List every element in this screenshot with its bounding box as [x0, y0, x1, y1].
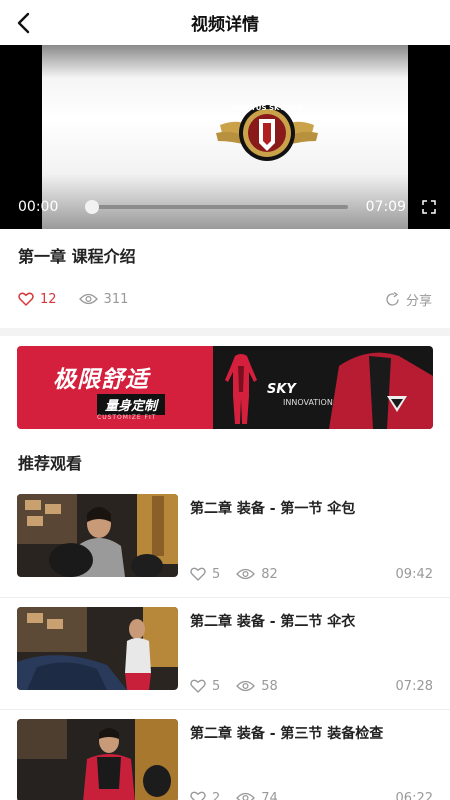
banner-sub: CUSTOMIZE FIT: [97, 414, 157, 421]
banner-slogan: 极限舒适: [53, 367, 149, 393]
item-likes: 5: [190, 567, 220, 582]
progress-slider[interactable]: [85, 200, 348, 214]
chevron-left-icon: [17, 12, 30, 34]
heart-icon: [18, 292, 34, 306]
top-bar: 视频详情: [0, 0, 450, 45]
duration: 07:09: [365, 199, 406, 215]
view-count: 311: [103, 291, 129, 307]
video-info: 第一章 课程介绍 12 311 分享: [0, 229, 450, 311]
section-divider: [0, 328, 450, 336]
item-likes: 2: [190, 791, 220, 800]
item-duration: 06:22: [395, 790, 433, 800]
item-body: 第二章 装备 - 第三节 装备检查 2 74 06:22: [190, 719, 433, 800]
item-likes: 5: [190, 679, 220, 694]
item-body: 第二章 装备 - 第二节 伞衣 5 58 07:28: [190, 607, 433, 695]
item-duration: 07:28: [395, 678, 433, 694]
jumpsuit-illustration: [225, 354, 257, 424]
page-title: 视频详情: [191, 15, 259, 35]
recommend-list: 第二章 装备 - 第一节 伞包 5 82 09:42 第二章 装备 - 第二节 …: [0, 485, 450, 800]
suit-closeup: [329, 352, 433, 429]
fullscreen-icon[interactable]: [422, 200, 436, 214]
item-meta: 5 58 07:28: [190, 677, 433, 695]
promo-banner[interactable]: 极限舒适 量身定制 CUSTOMIZE FIT SKY INNOVATIONS: [17, 346, 433, 429]
heart-icon: [190, 679, 206, 693]
item-view-count: 82: [261, 566, 278, 582]
item-body: 第二章 装备 - 第一节 伞包 5 82 09:42: [190, 494, 433, 583]
current-time: 00:00: [18, 199, 59, 215]
video-thumbnail: [17, 494, 178, 577]
item-meta: 2 74 06:22: [190, 789, 433, 800]
eye-icon: [236, 680, 256, 692]
paratus-skydive-logo: PARATUS SKYDIVE: [212, 95, 322, 175]
like-count: 12: [40, 291, 57, 307]
item-title: 第二章 装备 - 第三节 装备检查: [190, 726, 384, 742]
view-stat: 311: [78, 291, 129, 307]
item-views: 74: [236, 791, 278, 800]
eye-icon: [78, 293, 98, 305]
eye-icon: [236, 568, 256, 580]
video-thumbnail: [17, 719, 178, 800]
section-title-recommend: 推荐观看: [18, 454, 83, 473]
item-view-count: 74: [261, 790, 278, 800]
video-thumbnail: [17, 607, 178, 690]
item-view-count: 58: [261, 678, 278, 694]
item-meta: 5 82 09:42: [190, 565, 433, 583]
video-player[interactable]: PARATUS SKYDIVE 00:00 07:09: [0, 45, 450, 229]
banner-tag: 量身定制: [97, 394, 166, 415]
item-title: 第二章 装备 - 第一节 伞包: [190, 501, 356, 517]
share-button[interactable]: 分享: [385, 290, 432, 309]
video-title: 第一章 课程介绍: [18, 247, 136, 266]
banner-left: 极限舒适 量身定制 CUSTOMIZE FIT: [17, 346, 213, 429]
item-like-count: 2: [212, 790, 221, 800]
item-title: 第二章 装备 - 第二节 伞衣: [190, 614, 356, 630]
video-stats: 12 311 分享: [18, 287, 432, 311]
like-button[interactable]: 12: [18, 292, 57, 307]
list-item[interactable]: 第二章 装备 - 第三节 装备检查 2 74 06:22: [0, 709, 450, 800]
heart-icon: [190, 567, 206, 581]
list-item[interactable]: 第二章 装备 - 第二节 伞衣 5 58 07:28: [0, 597, 450, 709]
item-like-count: 5: [212, 566, 221, 582]
item-like-count: 5: [212, 678, 221, 694]
item-views: 82: [236, 567, 278, 582]
list-item[interactable]: 第二章 装备 - 第一节 伞包 5 82 09:42: [0, 485, 450, 597]
item-views: 58: [236, 679, 278, 694]
banner-right: SKY INNOVATIONS: [213, 346, 433, 429]
progress-thumb[interactable]: [85, 200, 100, 214]
eye-icon: [236, 792, 256, 800]
heart-icon: [190, 791, 206, 800]
svg-text:PARATUS SKYDIVE: PARATUS SKYDIVE: [231, 104, 303, 112]
player-controls: 00:00 07:09: [0, 185, 450, 229]
brand-name: SKY: [267, 382, 296, 397]
back-button[interactable]: [10, 10, 36, 36]
item-duration: 09:42: [395, 566, 433, 582]
share-label: 分享: [405, 293, 432, 309]
share-icon: [386, 291, 399, 306]
